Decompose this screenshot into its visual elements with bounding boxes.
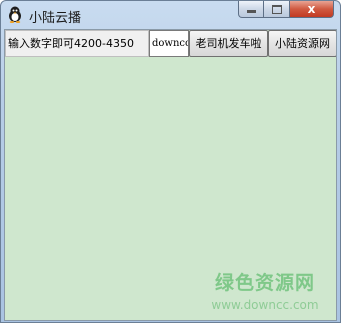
site-input[interactable]: downcc — [149, 30, 189, 57]
watermark: 绿色资源网 www.downcc.com — [205, 268, 333, 318]
close-button[interactable]: x — [290, 1, 334, 18]
number-input[interactable]: 输入数字即可4200-4350 — [5, 30, 149, 57]
control-row: 输入数字即可4200-4350 downcc 老司机发车啦 小陆资源网 — [5, 30, 336, 58]
minimize-button[interactable] — [238, 1, 264, 18]
watermark-text: 绿色资源网 — [214, 272, 315, 294]
resource-site-button[interactable]: 小陆资源网 — [268, 30, 336, 57]
title-bar[interactable]: 小陆云播 x — [1, 1, 340, 29]
maximize-button[interactable] — [264, 1, 290, 18]
driver-button[interactable]: 老司机发车啦 — [189, 30, 268, 57]
caption-buttons: x — [238, 1, 334, 18]
minimize-icon — [246, 10, 256, 13]
app-window: 小陆云播 x 输入数字即可4200-4350 downcc 老司机发车啦 小陆资… — [0, 0, 341, 323]
client-area: 输入数字即可4200-4350 downcc 老司机发车啦 小陆资源网 绿色资源… — [4, 29, 337, 321]
window-title: 小陆云播 — [29, 11, 82, 26]
app-logo-icon — [6, 5, 24, 23]
maximize-icon — [271, 4, 282, 14]
watermark-url: www.downcc.com — [211, 298, 319, 312]
close-icon: x — [307, 2, 316, 16]
